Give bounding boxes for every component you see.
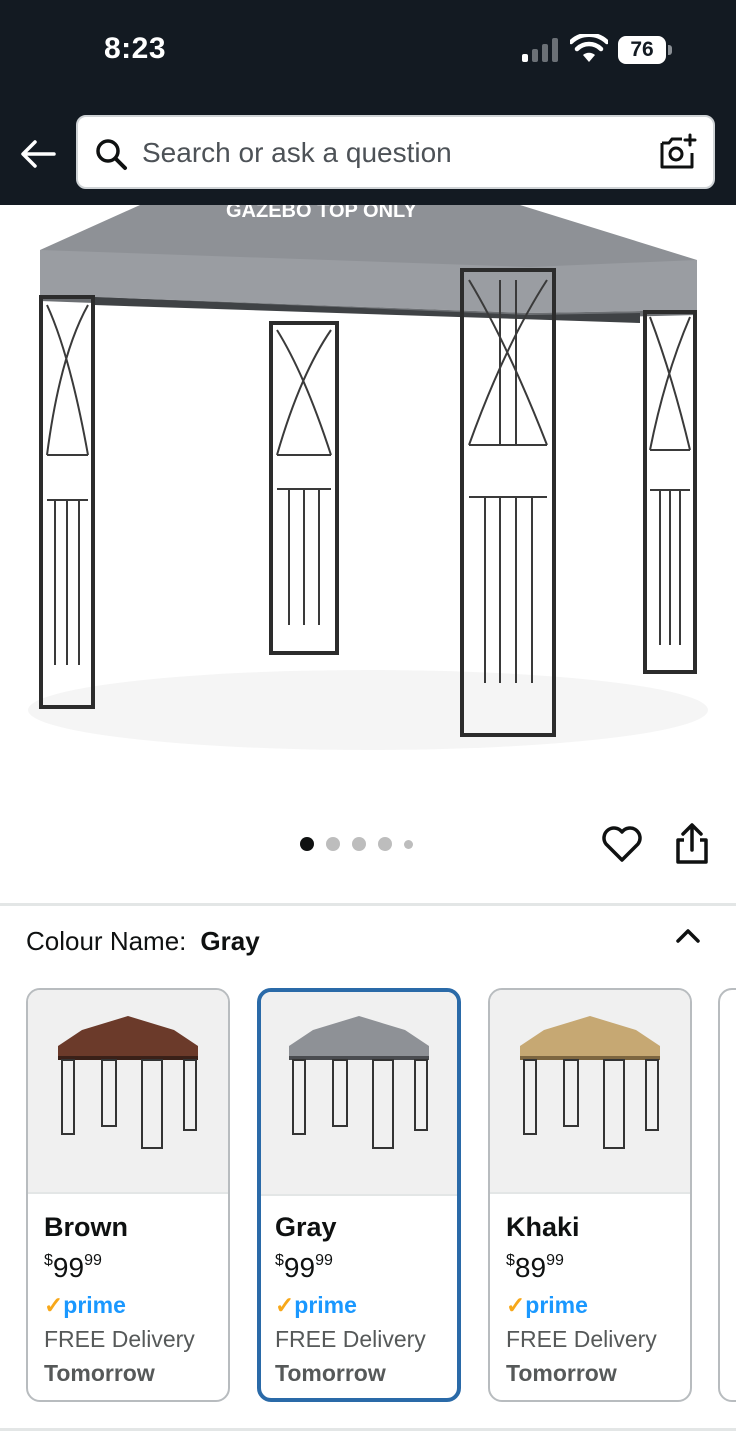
- delivery-text: FREE Delivery: [506, 1326, 657, 1352]
- swatch-price: $9999: [44, 1252, 102, 1283]
- carousel-dot[interactable]: [378, 837, 392, 851]
- battery-nub: [668, 45, 672, 55]
- section-divider: [0, 1428, 736, 1431]
- share-icon[interactable]: [670, 822, 714, 866]
- gazebo-thumbnail-gray: [289, 1016, 429, 1149]
- prime-badge: ✓prime: [506, 1292, 588, 1318]
- delivery-text: FREE Delivery: [44, 1326, 195, 1352]
- colour-label: Colour Name:: [26, 926, 187, 956]
- swatch-name: Gray: [275, 1212, 337, 1242]
- carousel-dot[interactable]: [352, 837, 366, 851]
- status-time: 8:23: [104, 32, 167, 65]
- back-button[interactable]: [18, 132, 58, 176]
- swatch-card-khaki[interactable]: Khaki $8999 ✓prime FREE Delivery Tomorro…: [488, 988, 692, 1402]
- delivery-when: Tomorrow: [44, 1360, 155, 1386]
- search-icon: [96, 139, 127, 170]
- swatch-card-brown[interactable]: Brown $9999 ✓prime FREE Delivery Tomorro…: [26, 988, 230, 1402]
- swatch-card-next[interactable]: [718, 988, 736, 1402]
- swatch-card-gray[interactable]: Gray $9999 ✓prime FREE Delivery Tomorrow: [257, 988, 461, 1402]
- carousel-dot[interactable]: [300, 837, 314, 851]
- carousel-dot[interactable]: [404, 839, 413, 849]
- cellular-signal-icon: [522, 38, 558, 62]
- swatch-thumbnail: [490, 990, 690, 1194]
- prime-badge: ✓prime: [44, 1292, 126, 1318]
- wishlist-heart-icon[interactable]: [600, 822, 644, 866]
- swatch-name: Khaki: [506, 1212, 580, 1242]
- gazebo-thumbnail-brown: [58, 1016, 198, 1149]
- canopy-text: GAZEBO TOP ONLY: [226, 205, 417, 222]
- gazebo-image: GAZEBO TOP ONLY: [28, 205, 708, 750]
- carousel-dot[interactable]: [326, 837, 340, 851]
- swatch-thumbnail: [28, 990, 228, 1194]
- search-input[interactable]: [142, 129, 642, 177]
- camera-search-icon[interactable]: [658, 133, 698, 173]
- product-image[interactable]: GAZEBO TOP ONLY: [0, 205, 736, 790]
- delivery-when: Tomorrow: [506, 1360, 617, 1386]
- top-bar: 8:23 76: [0, 0, 736, 205]
- swatch-thumbnail: [261, 992, 457, 1196]
- colour-name-row: Colour Name: Gray: [26, 926, 260, 957]
- delivery-when: Tomorrow: [275, 1360, 386, 1386]
- swatch-price: $9999: [275, 1252, 333, 1283]
- section-divider: [0, 903, 736, 906]
- swatch-price: $8999: [506, 1252, 564, 1283]
- swatch-name: Brown: [44, 1212, 128, 1242]
- search-bar[interactable]: [76, 115, 715, 189]
- chevron-up-icon[interactable]: [672, 920, 704, 952]
- wifi-icon: [570, 34, 608, 62]
- gazebo-thumbnail-khaki: [520, 1016, 660, 1149]
- battery-level: 76: [618, 36, 666, 64]
- battery-indicator: 76: [618, 36, 672, 64]
- prime-badge: ✓prime: [275, 1292, 357, 1318]
- back-arrow-icon: [21, 140, 56, 168]
- carousel-indicator: [300, 834, 413, 854]
- colour-selected-value: Gray: [200, 926, 260, 956]
- delivery-text: FREE Delivery: [275, 1326, 426, 1352]
